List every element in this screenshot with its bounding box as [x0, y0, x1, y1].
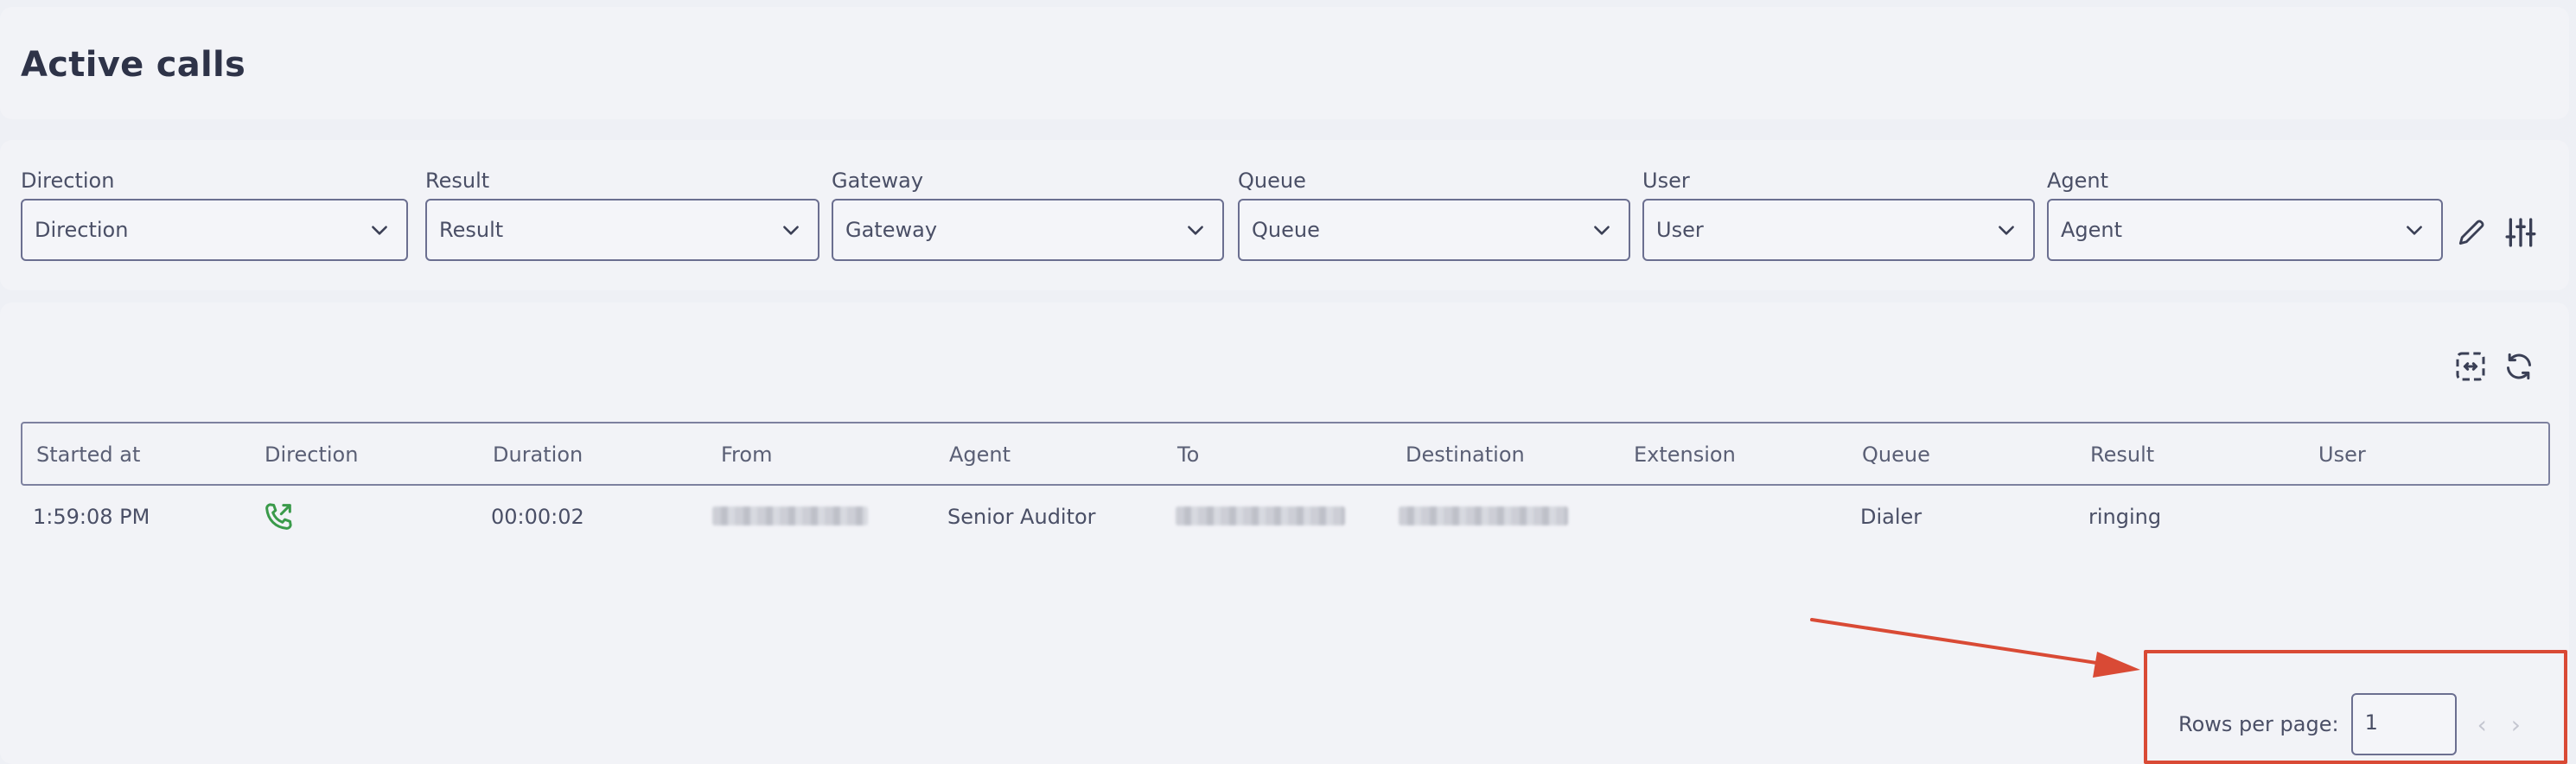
filter-gateway-label: Gateway	[832, 169, 924, 193]
sliders-icon[interactable]	[2503, 214, 2538, 251]
cell-queue: Dialer	[1860, 505, 1922, 529]
filter-bar: Direction Direction Result Result Gatewa…	[0, 140, 2569, 290]
filter-agent-label: Agent	[2047, 169, 2109, 193]
column-header-extension[interactable]: Extension	[1634, 442, 1736, 467]
direction-select-value: Direction	[35, 218, 129, 242]
expand-columns-icon[interactable]	[2453, 349, 2488, 384]
user-select-value: User	[1656, 218, 1704, 242]
filter-user: User User	[1642, 166, 2035, 261]
filter-gateway: Gateway Gateway	[832, 166, 1224, 261]
column-header-duration[interactable]: Duration	[493, 442, 583, 467]
column-header-destination[interactable]: Destination	[1406, 442, 1525, 467]
chevron-down-icon	[372, 226, 387, 235]
queue-select-value: Queue	[1252, 218, 1320, 242]
chevron-down-icon	[1999, 226, 2014, 235]
agent-select-value: Agent	[2061, 218, 2123, 242]
cell-duration: 00:00:02	[491, 505, 584, 529]
table-row[interactable]: 1:59:08 PM 00:00:02 Senior Auditor Diale…	[21, 486, 2550, 548]
chevron-down-icon	[1594, 226, 1610, 235]
filter-direction-label: Direction	[21, 169, 115, 193]
active-calls-table: Started at Direction Duration From Agent…	[21, 422, 2550, 548]
column-header-direction[interactable]: Direction	[265, 442, 358, 467]
pencil-icon[interactable]	[2455, 216, 2488, 249]
chevron-down-icon	[2407, 226, 2422, 235]
chevron-down-icon	[783, 226, 799, 235]
title-card: Active calls	[0, 7, 2569, 119]
user-select[interactable]: User	[1642, 199, 2035, 261]
filter-user-label: User	[1642, 169, 1690, 193]
gateway-select[interactable]: Gateway	[832, 199, 1224, 261]
cell-destination-redacted	[1399, 506, 1568, 525]
annotation-highlight-box	[2144, 650, 2567, 764]
column-header-result[interactable]: Result	[2090, 442, 2154, 467]
table-header: Started at Direction Duration From Agent…	[21, 422, 2550, 486]
result-select[interactable]: Result	[425, 199, 819, 261]
filter-result: Result Result	[425, 166, 819, 261]
column-header-queue[interactable]: Queue	[1862, 442, 1930, 467]
cell-agent: Senior Auditor	[947, 505, 1096, 529]
column-header-user[interactable]: User	[2318, 442, 2366, 467]
result-select-value: Result	[439, 218, 504, 242]
outgoing-call-icon	[265, 503, 292, 530]
queue-select[interactable]: Queue	[1238, 199, 1630, 261]
page-title: Active calls	[21, 45, 246, 85]
direction-select[interactable]: Direction	[21, 199, 408, 261]
filter-queue: Queue Queue	[1238, 166, 1630, 261]
cell-to-redacted	[1176, 506, 1345, 525]
filter-agent: Agent Agent	[2047, 166, 2443, 261]
gateway-select-value: Gateway	[845, 218, 938, 242]
filter-result-label: Result	[425, 169, 490, 193]
column-header-to[interactable]: To	[1177, 442, 1199, 467]
filter-queue-label: Queue	[1238, 169, 1306, 193]
cell-from-redacted	[712, 506, 868, 525]
cell-result: ringing	[2088, 505, 2162, 529]
chevron-down-icon	[1188, 226, 1203, 235]
filter-direction: Direction Direction	[21, 166, 408, 261]
column-header-started-at[interactable]: Started at	[36, 442, 140, 467]
refresh-icon[interactable]	[2502, 349, 2536, 384]
column-header-from[interactable]: From	[721, 442, 772, 467]
column-header-agent[interactable]: Agent	[949, 442, 1011, 467]
agent-select[interactable]: Agent	[2047, 199, 2443, 261]
cell-started-at: 1:59:08 PM	[33, 505, 150, 529]
